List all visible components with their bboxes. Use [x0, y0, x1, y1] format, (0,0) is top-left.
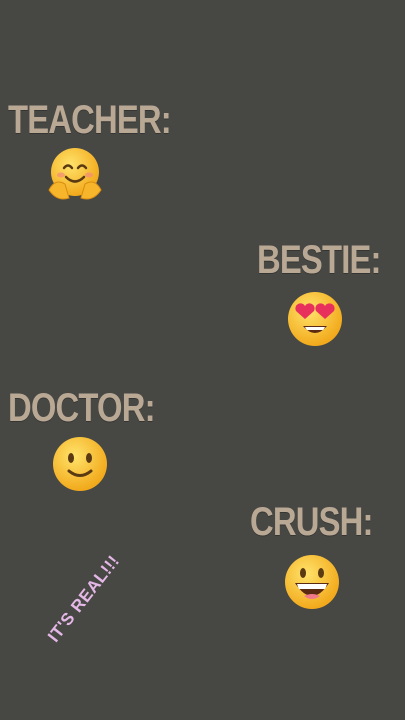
doctor-label: DOCTOR: [8, 386, 156, 430]
grinning-face-icon [282, 552, 342, 612]
heart-eyes-face-icon [285, 289, 345, 349]
slightly-smiling-face-icon [50, 434, 110, 494]
its-real-stamp: IT'S REAL!!! [44, 551, 124, 646]
crush-label: CRUSH: [250, 500, 373, 544]
teacher-label: TEACHER: [8, 98, 172, 142]
hugging-face-icon [45, 144, 105, 204]
bestie-label: BESTIE: [257, 238, 381, 282]
